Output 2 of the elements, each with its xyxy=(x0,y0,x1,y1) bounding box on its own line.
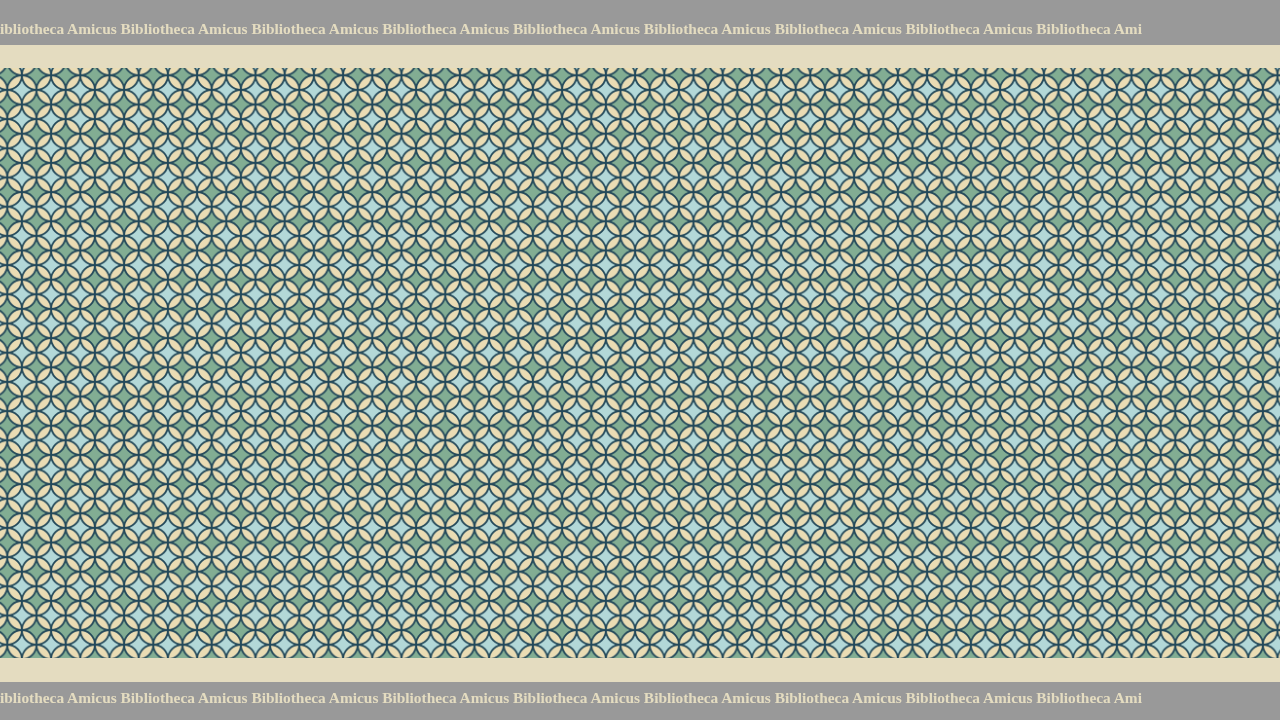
banner-text: ibliotheca Amicus Bibliotheca Amicus Bibliotheca Amicus Bibliotheca Amicus Bibliotheca Amicus Bibliotheca Amicus Bibliotheca Amicus Bibliotheca Amicus Bibliotheca Ami xyxy=(0,20,1142,38)
banner-text: ibliotheca Amicus Bibliotheca Amicus Bibliotheca Amicus Bibliotheca Amicus Bibliotheca Amicus Bibliotheca Amicus Bibliotheca Amicus Bibliotheca Amicus Bibliotheca Ami xyxy=(0,689,1142,707)
